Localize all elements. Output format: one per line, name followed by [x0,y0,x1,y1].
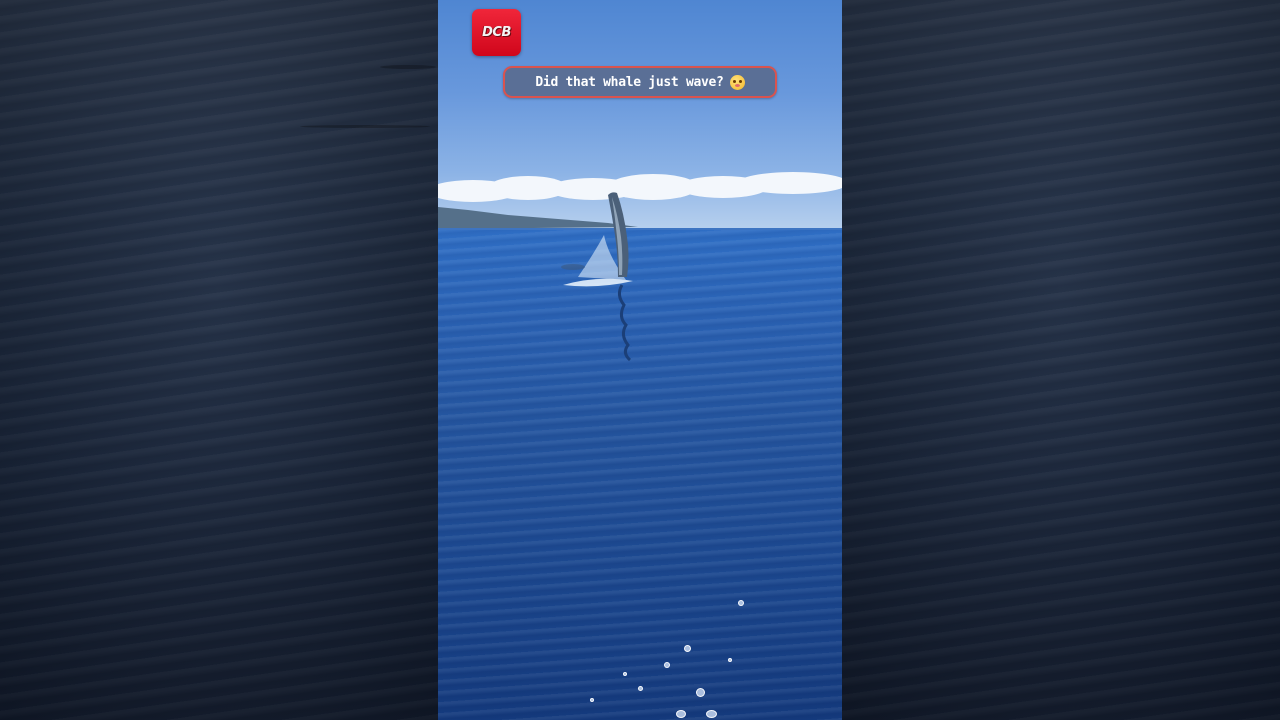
flushed-face-emoji-icon [729,74,745,90]
channel-logo[interactable]: DCB [472,9,521,56]
blurred-background-left [0,0,438,720]
video-frame[interactable] [438,0,842,720]
blurred-background-right [842,0,1280,720]
water-bubbles [498,590,842,720]
caption-banner: Did that whale just wave? [503,66,777,98]
whale-pectoral-fin [561,192,633,362]
caption-text: Did that whale just wave? [535,74,724,90]
shorts-video-player[interactable]: DCB Did that whale just wave? [0,0,1280,720]
channel-logo-text: DCB [482,25,511,40]
